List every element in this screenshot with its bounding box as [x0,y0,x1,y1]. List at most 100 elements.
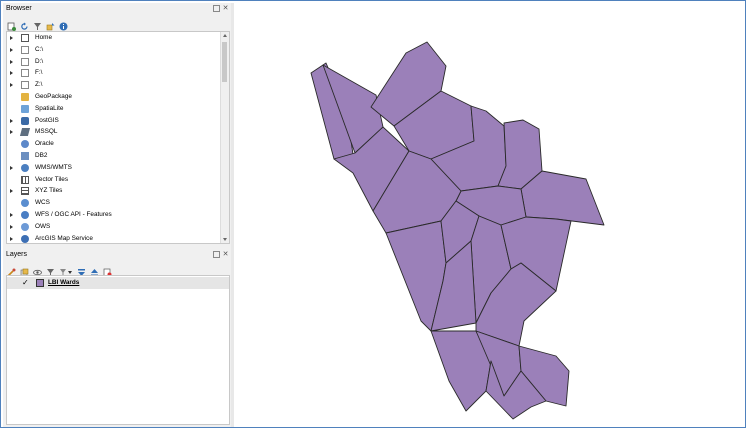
filter-icon[interactable] [33,18,42,30]
scroll-thumb[interactable] [222,42,227,82]
browser-item[interactable]: GeoPackage [7,91,229,103]
browser-item[interactable]: MSSQL [7,126,229,138]
browser-item[interactable]: C:\ [7,44,229,56]
close-icon[interactable]: ✕ [222,5,229,12]
browser-item-label: Oracle [35,140,54,148]
add-selected-layers-icon[interactable] [7,18,16,31]
undock-icon[interactable] [213,251,220,258]
browser-item[interactable]: Home [7,32,229,44]
browser-item[interactable]: WFS / OGC API - Features [7,209,229,221]
manage-visibility-icon[interactable] [33,264,42,275]
browser-item-label: F:\ [35,69,43,77]
collapse-all-icon[interactable] [46,18,55,30]
expand-all-icon[interactable] [77,264,86,276]
browser-item[interactable]: WMS/WMTS [7,162,229,174]
scroll-up-icon[interactable] [223,34,227,37]
browser-panel-title: Browser [6,5,32,12]
expand-arrow-icon[interactable] [10,236,13,241]
browser-item[interactable]: SpatiaLite [7,103,229,115]
add-group-icon[interactable] [20,264,29,276]
vector-tiles-icon [21,175,29,184]
browser-panel-header: Browser ✕ [3,3,231,15]
wfs-icon [21,210,29,219]
browser-toolbar [3,15,231,31]
browser-item-label: D:\ [35,57,44,65]
expand-arrow-icon[interactable] [10,47,13,52]
browser-item-label: PostGIS [35,116,59,124]
expand-arrow-icon[interactable] [10,165,13,170]
filter-legend-icon[interactable] [46,264,55,276]
spatialite-icon [21,104,29,113]
layer-checkbox[interactable]: ✓ [22,279,30,287]
expand-arrow-icon[interactable] [10,59,13,64]
browser-item-label: Vector Tiles [35,175,69,183]
browser-item-label: XYZ Tiles [35,187,63,195]
wms-icon [21,163,29,172]
geopackage-icon [21,92,29,101]
expand-arrow-icon[interactable] [10,189,13,194]
browser-item-label: WCS [35,199,50,207]
oracle-icon [21,140,29,149]
mssql-icon [19,128,31,137]
browser-item[interactable]: OWS [7,221,229,233]
undock-icon[interactable] [213,5,220,12]
layer-row-lbi-wards[interactable]: ✓ LBI Wards [7,277,229,289]
browser-tree[interactable]: Home C:\ D:\ F:\ Z:\ GeoPackage SpatiaLite Post… [6,31,230,244]
wcs-icon [21,199,29,208]
browser-item[interactable]: XYZ Tiles [7,185,229,197]
collapse-all-icon[interactable] [90,264,99,276]
home-icon [21,34,29,42]
browser-item-label: SpatiaLite [35,104,64,112]
ows-icon [21,222,29,231]
expand-arrow-icon[interactable] [10,71,13,76]
scroll-down-icon[interactable] [223,238,227,241]
layers-tree[interactable]: ✓ LBI Wards [6,275,230,425]
layers-panel-title: Layers [6,251,28,258]
qgis-window: Browser ✕ Home C:\ D:\ F:\ Z:\ GeoPackage Spat… [0,0,746,428]
map-canvas[interactable] [234,3,745,427]
browser-item[interactable]: DB2 [7,150,229,162]
browser-item[interactable]: PostGIS [7,115,229,127]
browser-item[interactable]: WCS [7,197,229,209]
browser-item-label: MSSQL [35,128,58,136]
layers-panel-header: Layers ✕ [3,249,231,261]
layers-toolbar [3,261,231,277]
folder-icon [21,81,29,90]
expand-arrow-icon[interactable] [10,118,13,123]
browser-item-label: ArcGIS Map Service [35,234,93,242]
expand-arrow-icon[interactable] [10,83,13,88]
expand-arrow-icon[interactable] [10,212,13,217]
browser-item-label: WMS/WMTS [35,163,72,171]
browser-item[interactable]: F:\ [7,67,229,79]
left-dock: Browser ✕ Home C:\ D:\ F:\ Z:\ GeoPackage Spat… [3,3,231,427]
refresh-icon[interactable] [20,18,29,30]
browser-item[interactable]: Z:\ [7,79,229,91]
map-svg [310,41,605,420]
browser-item[interactable]: Oracle [7,138,229,150]
ward-polygon [520,170,605,226]
polygon-symbol-icon [36,279,44,287]
browser-item-label: Home [35,34,53,41]
style-brush-icon[interactable] [7,264,16,277]
folder-icon [21,57,29,66]
browser-item[interactable]: Vector Tiles [7,174,229,186]
browser-item[interactable]: D:\ [7,56,229,68]
expand-arrow-icon[interactable] [10,224,13,229]
remove-layer-icon[interactable] [103,264,112,276]
xyz-tiles-icon [21,187,29,196]
browser-item-label: DB2 [35,151,48,159]
filter-by-expression-icon[interactable] [59,264,73,275]
browser-item-label: Z:\ [35,81,43,89]
expand-arrow-icon[interactable] [10,130,13,135]
browser-item[interactable]: ArcGIS Map Service [7,233,229,243]
arcgis-icon [21,234,29,243]
expand-arrow-icon[interactable] [10,36,13,40]
postgis-icon [21,116,29,125]
browser-item-label: WFS / OGC API - Features [35,210,112,218]
browser-item-label: C:\ [35,45,44,53]
folder-icon [21,69,29,78]
layer-name: LBI Wards [48,279,80,286]
info-icon[interactable] [59,18,68,30]
browser-scrollbar[interactable] [220,32,229,243]
close-icon[interactable]: ✕ [222,251,229,258]
